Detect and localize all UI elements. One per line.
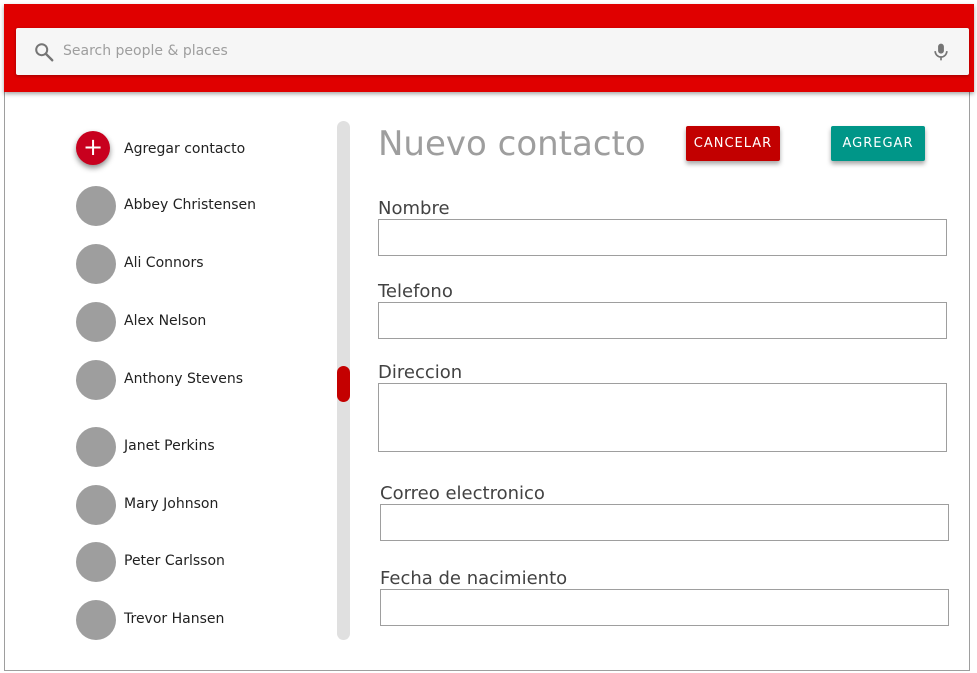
correo-label: Correo electronico: [380, 483, 545, 504]
telefono-label: Telefono: [378, 281, 453, 302]
cancel-button[interactable]: CANCELAR: [686, 126, 780, 161]
add-contact-label[interactable]: Agregar contacto: [124, 141, 245, 157]
avatar: [76, 360, 116, 400]
contact-name: Alex Nelson: [124, 313, 207, 329]
contact-name: Trevor Hansen: [124, 611, 225, 627]
email-field[interactable]: [380, 504, 949, 541]
contact-name: Janet Perkins: [124, 438, 215, 454]
avatar: [76, 427, 116, 467]
app-bar: Search people & places: [4, 4, 974, 92]
search-placeholder[interactable]: Search people & places: [63, 43, 228, 59]
nombre-field[interactable]: [378, 219, 947, 256]
direccion-field[interactable]: [378, 383, 947, 452]
contact-name: Mary Johnson: [124, 496, 219, 512]
contact-name: Anthony Stevens: [124, 371, 244, 387]
page-title: Nuevo contacto: [378, 124, 646, 164]
microphone-icon[interactable]: [931, 41, 951, 63]
contact-name: Ali Connors: [124, 255, 204, 271]
fecha-label: Fecha de nacimiento: [380, 568, 568, 589]
avatar: [76, 302, 116, 342]
avatar: [76, 244, 116, 284]
contact-name: Abbey Christensen: [124, 197, 257, 213]
plus-icon[interactable]: +: [76, 131, 110, 165]
scrollbar-thumb[interactable]: [337, 366, 350, 402]
avatar: [76, 186, 116, 226]
avatar: [76, 600, 116, 640]
add-button[interactable]: AGREGAR: [831, 126, 925, 161]
nombre-label: Nombre: [378, 198, 450, 219]
avatar: [76, 485, 116, 525]
direccion-label: Direccion: [378, 362, 463, 383]
birthdate-field[interactable]: [380, 589, 949, 626]
telefono-field[interactable]: [378, 302, 947, 339]
avatar: [76, 542, 116, 582]
search-icon[interactable]: [33, 41, 55, 63]
search-bar[interactable]: Search people & places: [16, 28, 969, 75]
contact-name: Peter Carlsson: [124, 553, 225, 569]
